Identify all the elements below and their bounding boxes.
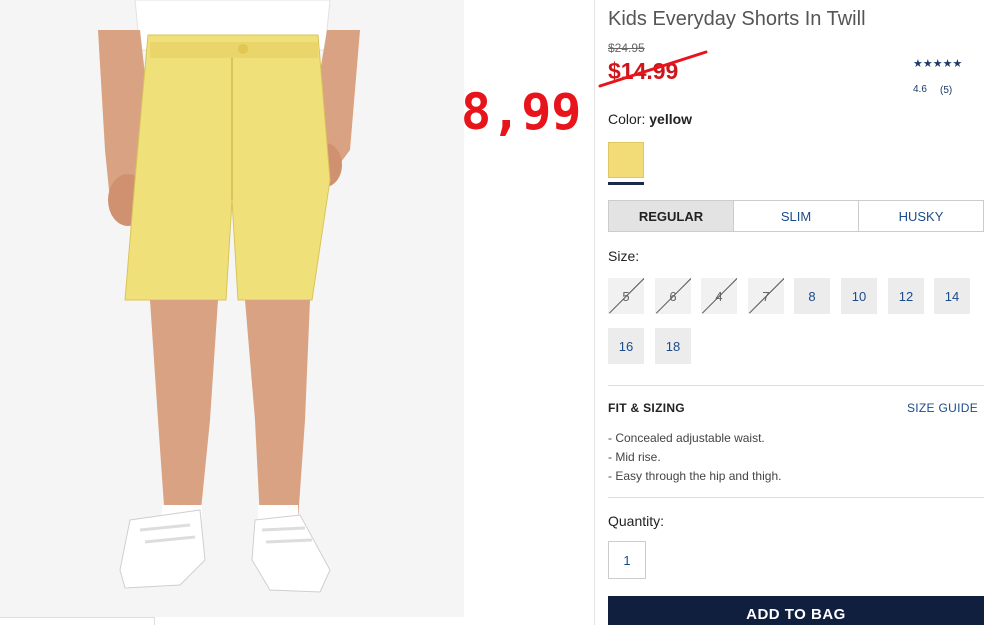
size-label: Size: [608,248,640,264]
color-label: Color: yellow [608,111,692,127]
overlay-price-annotation: 8,99 [461,83,582,141]
price-strike-annotation [598,50,708,88]
fit-sizing-heading: FIT & SIZING [608,401,685,415]
feature-list: - Concealed adjustable waist. - Mid rise… [608,429,781,486]
tab-slim[interactable]: SLIM [733,201,858,231]
section-divider [608,385,984,386]
quantity-field[interactable]: 1 [608,541,646,579]
product-title: Kids Everyday Shorts In Twill [608,8,866,30]
color-swatch-yellow[interactable] [608,142,644,178]
size-option-14[interactable]: 14 [934,278,970,314]
add-to-bag-button[interactable]: ADD TO BAG [608,596,984,625]
thumbnail-strip [0,617,155,625]
quantity-label: Quantity: [608,513,665,529]
size-option-6[interactable]: 6 [655,278,691,314]
size-option-16[interactable]: 16 [608,328,644,364]
tab-husky[interactable]: HUSKY [858,201,983,231]
feature-item: - Easy through the hip and thigh. [608,469,782,483]
tab-regular[interactable]: REGULAR [609,201,733,231]
section-divider [608,497,984,498]
rating-count[interactable]: (5) [940,85,952,96]
color-value: yellow [649,111,693,127]
size-option-10[interactable]: 10 [841,278,877,314]
product-photo-illustration [0,0,464,617]
size-option-5[interactable]: 5 [608,278,644,314]
color-label-text: Color: [608,111,646,127]
column-divider [594,0,595,625]
size-option-8[interactable]: 8 [794,278,830,314]
product-rating[interactable]: ★★★★★ 4.6 (5) [913,57,984,96]
size-option-18[interactable]: 18 [655,328,691,364]
fit-tabs: REGULAR SLIM HUSKY [608,200,984,232]
size-option-4[interactable]: 4 [701,278,737,314]
feature-item: - Mid rise. [608,450,661,464]
swatch-selected-indicator [608,182,644,185]
size-guide-link[interactable]: SIZE GUIDE [907,401,978,415]
rating-stars-icon: ★★★★★ [913,58,963,70]
rating-value: 4.6 [913,84,927,95]
size-option-7[interactable]: 7 [748,278,784,314]
size-option-12[interactable]: 12 [888,278,924,314]
product-image[interactable] [0,0,464,617]
feature-item: - Concealed adjustable waist. [608,431,765,445]
